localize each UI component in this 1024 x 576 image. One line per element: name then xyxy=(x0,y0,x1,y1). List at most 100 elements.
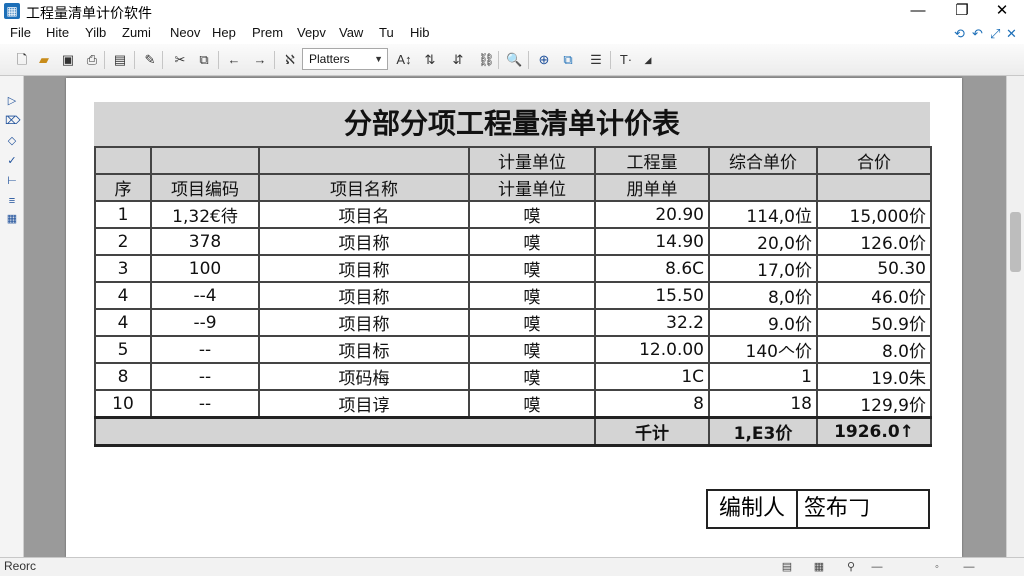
text-tool-icon[interactable]: T· xyxy=(618,52,634,68)
select-arrow-icon[interactable]: ▷ xyxy=(5,94,19,108)
table-cell[interactable]: 1,32€待 xyxy=(150,200,260,229)
table-cell[interactable]: 嗼 xyxy=(468,335,596,364)
search-icon[interactable]: 🔍 xyxy=(506,52,522,68)
open-folder-icon[interactable]: ▰ xyxy=(36,52,52,68)
table-cell[interactable]: 20,0价 xyxy=(708,227,818,256)
corner-icon[interactable]: ⊢ xyxy=(5,174,19,188)
link-icon[interactable]: ⛓ xyxy=(478,52,495,68)
menu-zumi[interactable]: Zumi xyxy=(122,25,151,40)
table-cell[interactable]: 46.0价 xyxy=(816,281,932,310)
maximize-button[interactable]: ❐ xyxy=(940,0,984,24)
table-cell[interactable]: 8 xyxy=(594,389,710,419)
print-preview-icon[interactable]: ▤ xyxy=(112,52,128,68)
table-cell[interactable]: 50.30 xyxy=(816,254,932,283)
menu-vepv[interactable]: Vepv xyxy=(297,25,326,40)
list-icon[interactable]: ≡ xyxy=(5,194,19,208)
table-cell[interactable]: 嗼 xyxy=(468,227,596,256)
table-cell[interactable]: 项目谆 xyxy=(258,389,470,419)
menu-hib[interactable]: Hib xyxy=(410,25,430,40)
table-cell[interactable]: 4 xyxy=(94,308,152,337)
cut-icon[interactable]: ✂ xyxy=(172,52,188,68)
table-cell[interactable]: 15.50 xyxy=(594,281,710,310)
scrollbar-thumb[interactable] xyxy=(1010,212,1021,272)
vertical-scrollbar[interactable] xyxy=(1006,76,1024,557)
table-cell[interactable]: 17,0价 xyxy=(708,254,818,283)
new-file-icon[interactable]: 🗋 xyxy=(14,52,30,68)
menu-file[interactable]: File xyxy=(10,25,31,40)
menu-prem[interactable]: Prem xyxy=(252,25,283,40)
close-doc-icon[interactable]: ✕ xyxy=(1006,26,1017,42)
menu-vaw[interactable]: Vaw xyxy=(339,25,363,40)
table-cell[interactable]: 1 xyxy=(708,362,818,391)
toolbar-overflow-icon[interactable]: ◢ xyxy=(640,52,656,68)
table-cell[interactable]: 项目称 xyxy=(258,227,470,256)
zoom-slider-handle-icon[interactable]: — xyxy=(962,560,976,574)
redo-icon[interactable]: → xyxy=(252,52,268,68)
table-cell[interactable]: 项码梅 xyxy=(258,362,470,391)
table-cell[interactable]: 32.2 xyxy=(594,308,710,337)
table-cell[interactable]: -- xyxy=(150,335,260,364)
table-cell[interactable]: 10 xyxy=(94,389,152,419)
font-size-icon[interactable]: A↕ xyxy=(396,52,412,68)
table-cell[interactable]: 1C xyxy=(594,362,710,391)
table-cell[interactable]: 8.0价 xyxy=(816,335,932,364)
table-cell[interactable]: 项目称 xyxy=(258,308,470,337)
undo-icon[interactable]: ← xyxy=(226,52,242,68)
save-icon[interactable]: ▣ xyxy=(60,52,76,68)
table-cell[interactable]: 项目称 xyxy=(258,254,470,283)
zoom-icon[interactable]: ⊕ xyxy=(536,52,552,68)
format-icon[interactable]: ℵ xyxy=(282,52,298,68)
help-icon[interactable]: ⟲ xyxy=(954,26,965,42)
table-cell[interactable]: 8.6C xyxy=(594,254,710,283)
menu-hep[interactable]: Hep xyxy=(212,25,236,40)
table-cell[interactable]: -- xyxy=(150,362,260,391)
draw-icon[interactable]: ⌦ xyxy=(5,114,21,128)
table-cell[interactable]: 嗼 xyxy=(468,308,596,337)
table-cell[interactable]: 项目名 xyxy=(258,200,470,229)
zoom-out-icon[interactable]: — xyxy=(870,560,884,574)
sort-asc-icon[interactable]: ⇅ xyxy=(422,52,438,68)
windows-icon[interactable]: ⧉ xyxy=(560,52,576,68)
table-cell[interactable]: 100 xyxy=(150,254,260,283)
table-cell[interactable]: 嗼 xyxy=(468,200,596,229)
grid-icon[interactable]: ▦ xyxy=(5,212,19,226)
table-cell[interactable]: 9.0价 xyxy=(708,308,818,337)
table-cell[interactable]: 项目称 xyxy=(258,281,470,310)
table-cell[interactable]: 嗼 xyxy=(468,281,596,310)
back-arrow-icon[interactable]: ↶ xyxy=(972,26,983,42)
zoom-slider-icon[interactable]: ◦ xyxy=(930,560,944,574)
layout-icon[interactable]: ☰ xyxy=(588,52,604,68)
table-cell[interactable]: 140𠆢价 xyxy=(708,335,818,364)
table-cell[interactable]: 12.0.00 xyxy=(594,335,710,364)
table-cell[interactable]: 5 xyxy=(94,335,152,364)
table-cell[interactable]: 3 xyxy=(94,254,152,283)
table-cell[interactable]: 嗼 xyxy=(468,389,596,419)
total-amount[interactable]: 1926.0↑ xyxy=(816,416,932,447)
table-cell[interactable]: 8 xyxy=(94,362,152,391)
table-cell[interactable]: -- xyxy=(150,389,260,419)
check-icon[interactable]: ✓ xyxy=(5,154,19,168)
table-cell[interactable]: 4 xyxy=(94,281,152,310)
table-cell[interactable]: 378 xyxy=(150,227,260,256)
table-cell[interactable]: 8,0价 xyxy=(708,281,818,310)
table-cell[interactable]: 50.9价 xyxy=(816,308,932,337)
table-cell[interactable]: 114,0位 xyxy=(708,200,818,229)
minimize-button[interactable]: — xyxy=(896,0,940,24)
table-cell[interactable]: 2 xyxy=(94,227,152,256)
table-cell[interactable]: 19.0朱 xyxy=(816,362,932,391)
signature-value[interactable]: 签布𠃌 xyxy=(804,491,870,527)
total-unit-price[interactable]: 1,E3价 xyxy=(708,416,818,447)
table-cell[interactable]: 项目标 xyxy=(258,335,470,364)
copy-icon[interactable]: ⧉ xyxy=(196,52,212,68)
menu-neov[interactable]: Neov xyxy=(170,25,200,40)
page-layout-icon[interactable]: ▦ xyxy=(812,560,826,574)
close-button[interactable]: ✕ xyxy=(980,0,1024,24)
menu-yilb[interactable]: Yilb xyxy=(85,25,106,40)
sort-desc-icon[interactable]: ⇵ xyxy=(450,52,466,68)
menu-hite[interactable]: Hite xyxy=(46,25,69,40)
font-select[interactable]: Platters ▼ xyxy=(302,48,388,70)
table-cell[interactable]: 14.90 xyxy=(594,227,710,256)
table-cell[interactable]: 20.90 xyxy=(594,200,710,229)
table-cell[interactable]: 嗼 xyxy=(468,254,596,283)
pen-icon[interactable]: ✎ xyxy=(142,52,158,68)
